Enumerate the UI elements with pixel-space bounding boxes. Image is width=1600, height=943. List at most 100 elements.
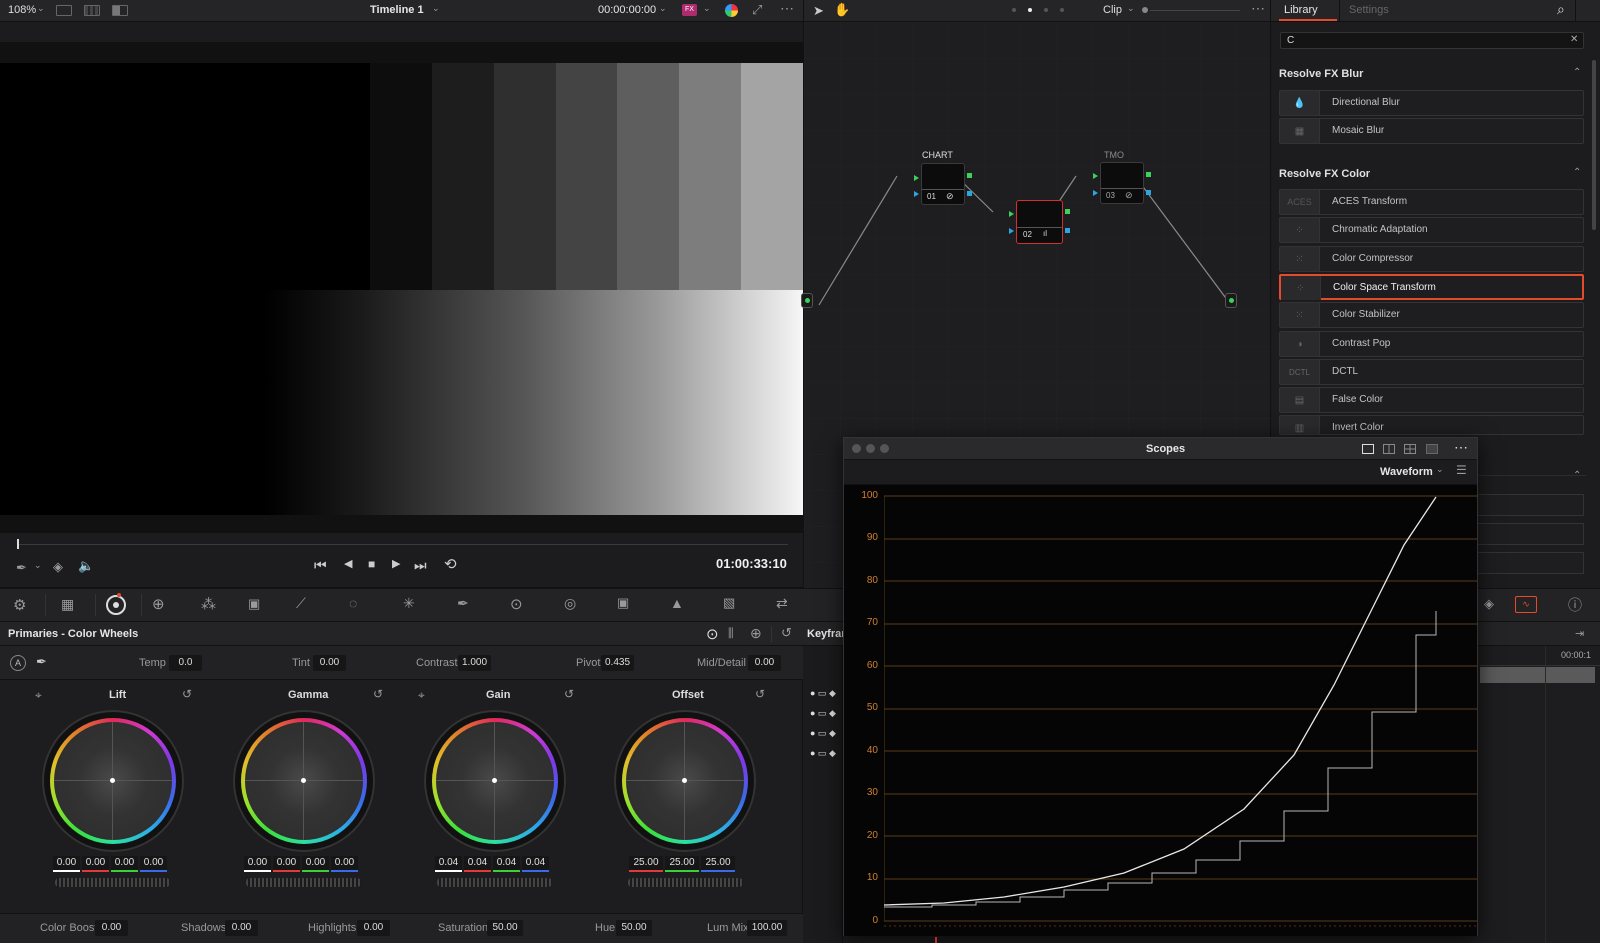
warper-mesh-icon[interactable]: ✳ bbox=[403, 595, 415, 612]
search-icon[interactable]: ⌕ bbox=[1557, 1, 1565, 18]
split-viewer-icon[interactable] bbox=[112, 5, 128, 16]
chevron-down-icon[interactable]: ⌄ bbox=[703, 3, 711, 14]
color-wheels-icon[interactable] bbox=[106, 595, 126, 615]
gamma-handle[interactable] bbox=[301, 778, 306, 783]
auto-balance-button[interactable]: A bbox=[10, 655, 26, 671]
node-key-input[interactable] bbox=[914, 191, 919, 197]
sizing-icon[interactable]: ⇄ bbox=[776, 595, 788, 612]
fx-contrast-pop[interactable]: ◑ Contrast Pop bbox=[1279, 331, 1584, 357]
chevron-up-icon[interactable]: ⌃ bbox=[1573, 470, 1581, 481]
fx-color-compressor[interactable]: ⁙ Color Compressor bbox=[1279, 246, 1584, 272]
offset-wheel[interactable] bbox=[614, 710, 756, 852]
chevron-down-icon[interactable]: ⌄ bbox=[432, 3, 440, 14]
playhead[interactable] bbox=[17, 539, 19, 549]
node-key-output[interactable] bbox=[1146, 190, 1151, 195]
more-options-icon[interactable]: ⋯ bbox=[780, 0, 795, 17]
offset-r[interactable]: 25.00 bbox=[629, 856, 663, 872]
gain-y[interactable]: 0.04 bbox=[435, 856, 462, 872]
timecode-display[interactable]: 00:00:00:00 bbox=[598, 4, 656, 16]
offset-b[interactable]: 25.00 bbox=[701, 856, 735, 872]
layout-single-icon[interactable] bbox=[1362, 444, 1374, 454]
3d-icon[interactable]: ◈ bbox=[1484, 596, 1494, 612]
lift-g[interactable]: 0.00 bbox=[111, 856, 138, 872]
play-reverse-icon[interactable]: ◀ bbox=[344, 557, 352, 570]
lum-mix-field[interactable]: 100.00 bbox=[747, 920, 787, 936]
keyframe-clip-bar[interactable] bbox=[1480, 667, 1595, 683]
scrubber-track[interactable] bbox=[18, 544, 788, 545]
color-warper-icon[interactable]: ◌ bbox=[349, 595, 357, 611]
tab-library[interactable]: Library bbox=[1284, 4, 1318, 16]
lift-y[interactable]: 0.00 bbox=[53, 856, 80, 872]
tracker-icon[interactable]: ◎ bbox=[564, 595, 576, 612]
tab-settings[interactable]: Settings bbox=[1349, 4, 1389, 16]
node-key-output[interactable] bbox=[1065, 228, 1070, 233]
fx-directional-blur[interactable]: 💧 Directional Blur bbox=[1279, 90, 1584, 116]
log-mode-icon[interactable]: ⊕ bbox=[750, 625, 762, 642]
more-options-icon[interactable]: ⋯ bbox=[1454, 439, 1468, 456]
library-scrollbar[interactable] bbox=[1592, 60, 1596, 230]
scope-mode-select[interactable]: Waveform bbox=[1380, 466, 1433, 478]
node-02-selected[interactable]: 02 ıl bbox=[1016, 200, 1063, 244]
hue-field[interactable]: 50.00 bbox=[616, 920, 652, 936]
window-maximize-icon[interactable] bbox=[880, 444, 889, 453]
volume-icon[interactable]: 🔈 bbox=[78, 558, 94, 574]
page-dot[interactable] bbox=[1060, 8, 1064, 12]
wheels-mode-icon[interactable]: ⊙ bbox=[706, 625, 719, 643]
rgb-mixer-icon[interactable]: ⁂ bbox=[201, 595, 216, 613]
skip-end-icon[interactable]: ⏭ bbox=[414, 557, 427, 574]
hdr-wheels-icon[interactable]: ⊕ bbox=[152, 595, 165, 613]
layers-icon[interactable]: ◈ bbox=[53, 559, 63, 575]
crosshair-icon[interactable]: ⌖ bbox=[35, 688, 42, 703]
skip-start-icon[interactable]: ⏮ bbox=[314, 557, 327, 574]
chevron-down-icon[interactable]: ⌄ bbox=[1436, 464, 1444, 475]
blur-icon[interactable]: ▲ bbox=[670, 595, 684, 611]
reset-icon[interactable]: ↺ bbox=[755, 687, 765, 701]
gain-wheel[interactable] bbox=[424, 710, 566, 852]
stop-icon[interactable]: ■ bbox=[368, 557, 375, 571]
offset-handle[interactable] bbox=[682, 778, 687, 783]
node-mode-select[interactable]: Clip bbox=[1103, 4, 1122, 16]
reset-icon[interactable]: ↺ bbox=[373, 687, 383, 701]
crosshair-icon[interactable]: ⌖ bbox=[418, 688, 425, 703]
fx-item-hidden[interactable] bbox=[1476, 552, 1584, 574]
chevron-down-icon[interactable]: ⌄ bbox=[1127, 3, 1135, 14]
layout-dual-icon[interactable] bbox=[1383, 444, 1395, 454]
page-dot[interactable] bbox=[1044, 8, 1048, 12]
reset-icon[interactable]: ↺ bbox=[564, 687, 574, 701]
fullscreen-icon[interactable]: ⤢ bbox=[752, 2, 762, 18]
key-icon[interactable]: ▧ bbox=[723, 595, 735, 611]
single-viewer-icon[interactable] bbox=[56, 5, 72, 16]
offset-g[interactable]: 25.00 bbox=[665, 856, 699, 872]
qualifier-icon[interactable]: ✒ bbox=[457, 595, 469, 612]
fx-color-space-transform[interactable]: ⁘ Color Space Transform bbox=[1279, 274, 1584, 300]
bars-mode-icon[interactable]: ⫼ bbox=[728, 626, 734, 641]
info-icon[interactable]: ⓘ bbox=[1568, 595, 1582, 615]
gain-master-wheel[interactable] bbox=[437, 878, 552, 887]
layout-quad-icon[interactable] bbox=[1404, 444, 1416, 454]
gamma-b[interactable]: 0.00 bbox=[331, 856, 358, 872]
chevron-up-icon[interactable]: ⌃ bbox=[1573, 167, 1581, 178]
lift-master-wheel[interactable] bbox=[55, 878, 170, 887]
chevron-down-icon[interactable]: ⌄ bbox=[37, 3, 45, 14]
fx-chromatic-adaptation[interactable]: ⁘ Chromatic Adaptation bbox=[1279, 217, 1584, 243]
fx-color-stabilizer[interactable]: ⁙ Color Stabilizer bbox=[1279, 302, 1584, 328]
color-boost-field[interactable]: 0.00 bbox=[95, 920, 128, 936]
window-icon[interactable]: ⊙ bbox=[510, 595, 523, 613]
fx-false-color[interactable]: ▤ False Color bbox=[1279, 387, 1584, 413]
node-key-input[interactable] bbox=[1009, 228, 1014, 234]
node-01[interactable]: 01 ⊘ bbox=[921, 163, 965, 205]
color-picker-icon[interactable] bbox=[725, 4, 738, 17]
lift-r[interactable]: 0.00 bbox=[82, 856, 109, 872]
output-node[interactable] bbox=[1225, 293, 1237, 308]
zoom-level[interactable]: 108% bbox=[8, 4, 36, 16]
node-output[interactable] bbox=[967, 173, 972, 178]
gain-b[interactable]: 0.04 bbox=[522, 856, 549, 872]
node-input-arrow[interactable] bbox=[1093, 173, 1098, 179]
shadows-field[interactable]: 0.00 bbox=[225, 920, 258, 936]
fx-mosaic-blur[interactable]: ▦ Mosaic Blur bbox=[1279, 118, 1584, 144]
chevron-down-icon[interactable]: ⌄ bbox=[34, 560, 42, 571]
lift-handle[interactable] bbox=[110, 778, 115, 783]
lift-b[interactable]: 0.00 bbox=[140, 856, 167, 872]
fx-item-hidden[interactable] bbox=[1476, 523, 1584, 545]
source-input[interactable] bbox=[801, 293, 813, 308]
